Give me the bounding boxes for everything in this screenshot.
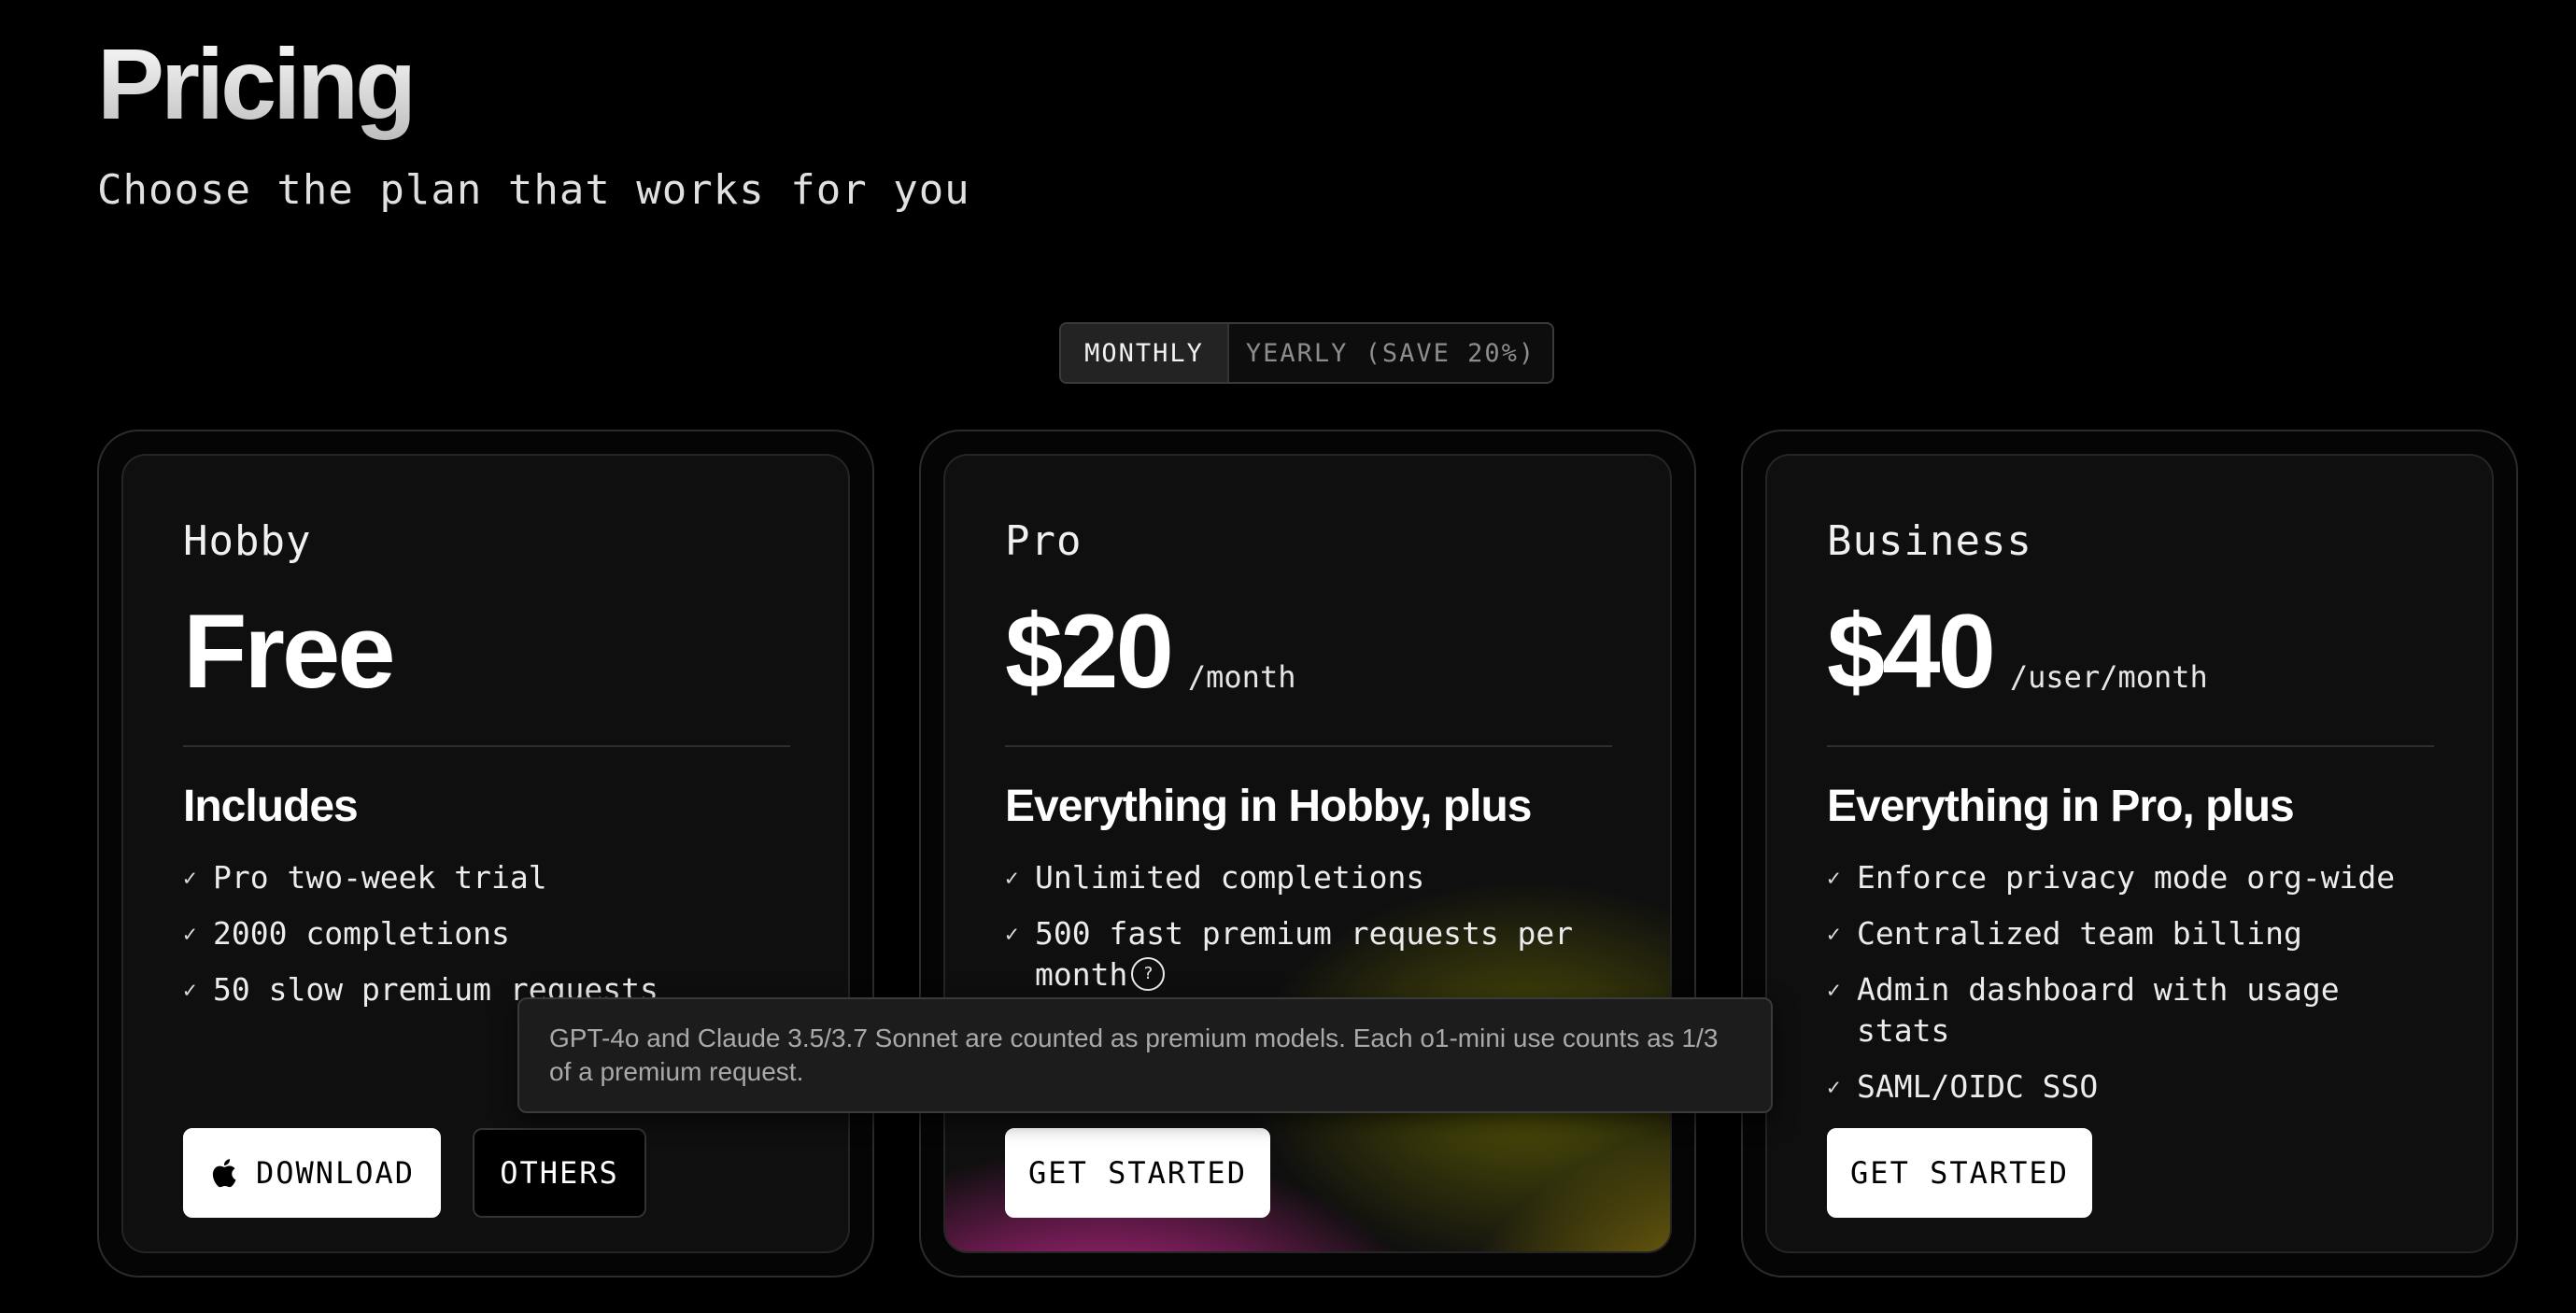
check-icon: ✓	[1827, 865, 1841, 891]
feature-list: ✓ Unlimited completions ✓ 500 fast premi…	[1005, 857, 1610, 995]
feature-list: ✓ Enforce privacy mode org-wide ✓ Centra…	[1827, 857, 2432, 1108]
feature-label: Pro two-week trial	[213, 859, 547, 896]
feature-label: 2000 completions	[213, 915, 510, 952]
feature-label: Unlimited completions	[1035, 859, 1425, 896]
feature-label: Enforce privacy mode org-wide	[1857, 859, 2396, 896]
get-started-business-button[interactable]: GET STARTED	[1827, 1128, 2092, 1218]
plan-price: Free	[183, 593, 396, 710]
apple-icon	[212, 1159, 236, 1188]
plan-card-business: Business $40 /user/month Everything in P…	[1741, 430, 2518, 1278]
plan-card-business-inner: Business $40 /user/month Everything in P…	[1765, 454, 2494, 1253]
plan-name: Business	[1827, 517, 2032, 565]
includes-heading: Everything in Hobby, plus	[1005, 782, 1533, 831]
check-icon: ✓	[183, 865, 197, 891]
price-row: Free	[183, 600, 788, 712]
price-unit: /user/month	[2009, 659, 2208, 695]
check-icon: ✓	[183, 977, 197, 1003]
feature-item: ✓ Pro two-week trial	[183, 857, 788, 898]
plan-card-pro: Pro $20 /month Everything in Hobby, plus…	[919, 430, 1696, 1278]
feature-label: Admin dashboard with usage stats	[1857, 971, 2340, 1049]
toggle-monthly[interactable]: MONTHLY	[1061, 324, 1229, 382]
check-icon: ✓	[1827, 977, 1841, 1003]
check-icon: ✓	[183, 921, 197, 947]
feature-label: 500 fast premium requests per month	[1035, 915, 1574, 993]
feature-item: ✓ Enforce privacy mode org-wide	[1827, 857, 2432, 898]
plan-price: $20	[1005, 593, 1174, 710]
check-icon: ✓	[1827, 921, 1841, 947]
includes-heading: Includes	[183, 782, 359, 831]
feature-item: ✓ SAML/OIDC SSO	[1827, 1066, 2432, 1108]
price-row: $40 /user/month	[1827, 600, 2432, 712]
card-divider	[1005, 745, 1612, 747]
plan-card-hobby: Hobby Free Includes ✓ Pro two-week trial…	[97, 430, 874, 1278]
card-divider	[1827, 745, 2434, 747]
plan-name: Pro	[1005, 517, 1083, 565]
feature-item: ✓ Admin dashboard with usage stats	[1827, 969, 2432, 1052]
feature-label: SAML/OIDC SSO	[1857, 1068, 2099, 1105]
feature-item: ✓ 2000 completions	[183, 913, 788, 954]
plan-card-pro-inner: Pro $20 /month Everything in Hobby, plus…	[943, 454, 1672, 1253]
plan-name: Hobby	[183, 517, 312, 565]
page-subtitle: Choose the plan that works for you	[97, 166, 970, 214]
card-divider	[183, 745, 790, 747]
feature-item: ✓ Unlimited completions	[1005, 857, 1610, 898]
includes-heading: Everything in Pro, plus	[1827, 782, 2295, 831]
plan-price: $40	[1827, 593, 1996, 710]
plan-card-hobby-inner: Hobby Free Includes ✓ Pro two-week trial…	[121, 454, 850, 1253]
feature-list: ✓ Pro two-week trial ✓ 2000 completions …	[183, 857, 788, 1010]
others-button[interactable]: OTHERS	[473, 1128, 646, 1218]
check-icon: ✓	[1005, 921, 1019, 947]
check-icon: ✓	[1005, 865, 1019, 891]
question-circle-icon[interactable]: ?	[1131, 956, 1166, 991]
premium-requests-tooltip: GPT-4o and Claude 3.5/3.7 Sonnet are cou…	[517, 997, 1773, 1113]
page-title: Pricing	[97, 26, 417, 142]
feature-item: ✓ 500 fast premium requests per month?	[1005, 913, 1610, 995]
check-icon: ✓	[1827, 1074, 1841, 1100]
get-started-pro-button[interactable]: GET STARTED	[1005, 1128, 1270, 1218]
price-unit: /month	[1187, 659, 1296, 695]
download-button[interactable]: DOWNLOAD	[183, 1128, 441, 1218]
price-row: $20 /month	[1005, 600, 1610, 712]
toggle-yearly[interactable]: YEARLY (SAVE 20%)	[1229, 324, 1552, 382]
feature-label: Centralized team billing	[1857, 915, 2302, 952]
billing-period-toggle: MONTHLY YEARLY (SAVE 20%)	[1059, 322, 1554, 384]
feature-item: ✓ Centralized team billing	[1827, 913, 2432, 954]
download-button-label: DOWNLOAD	[255, 1155, 416, 1191]
